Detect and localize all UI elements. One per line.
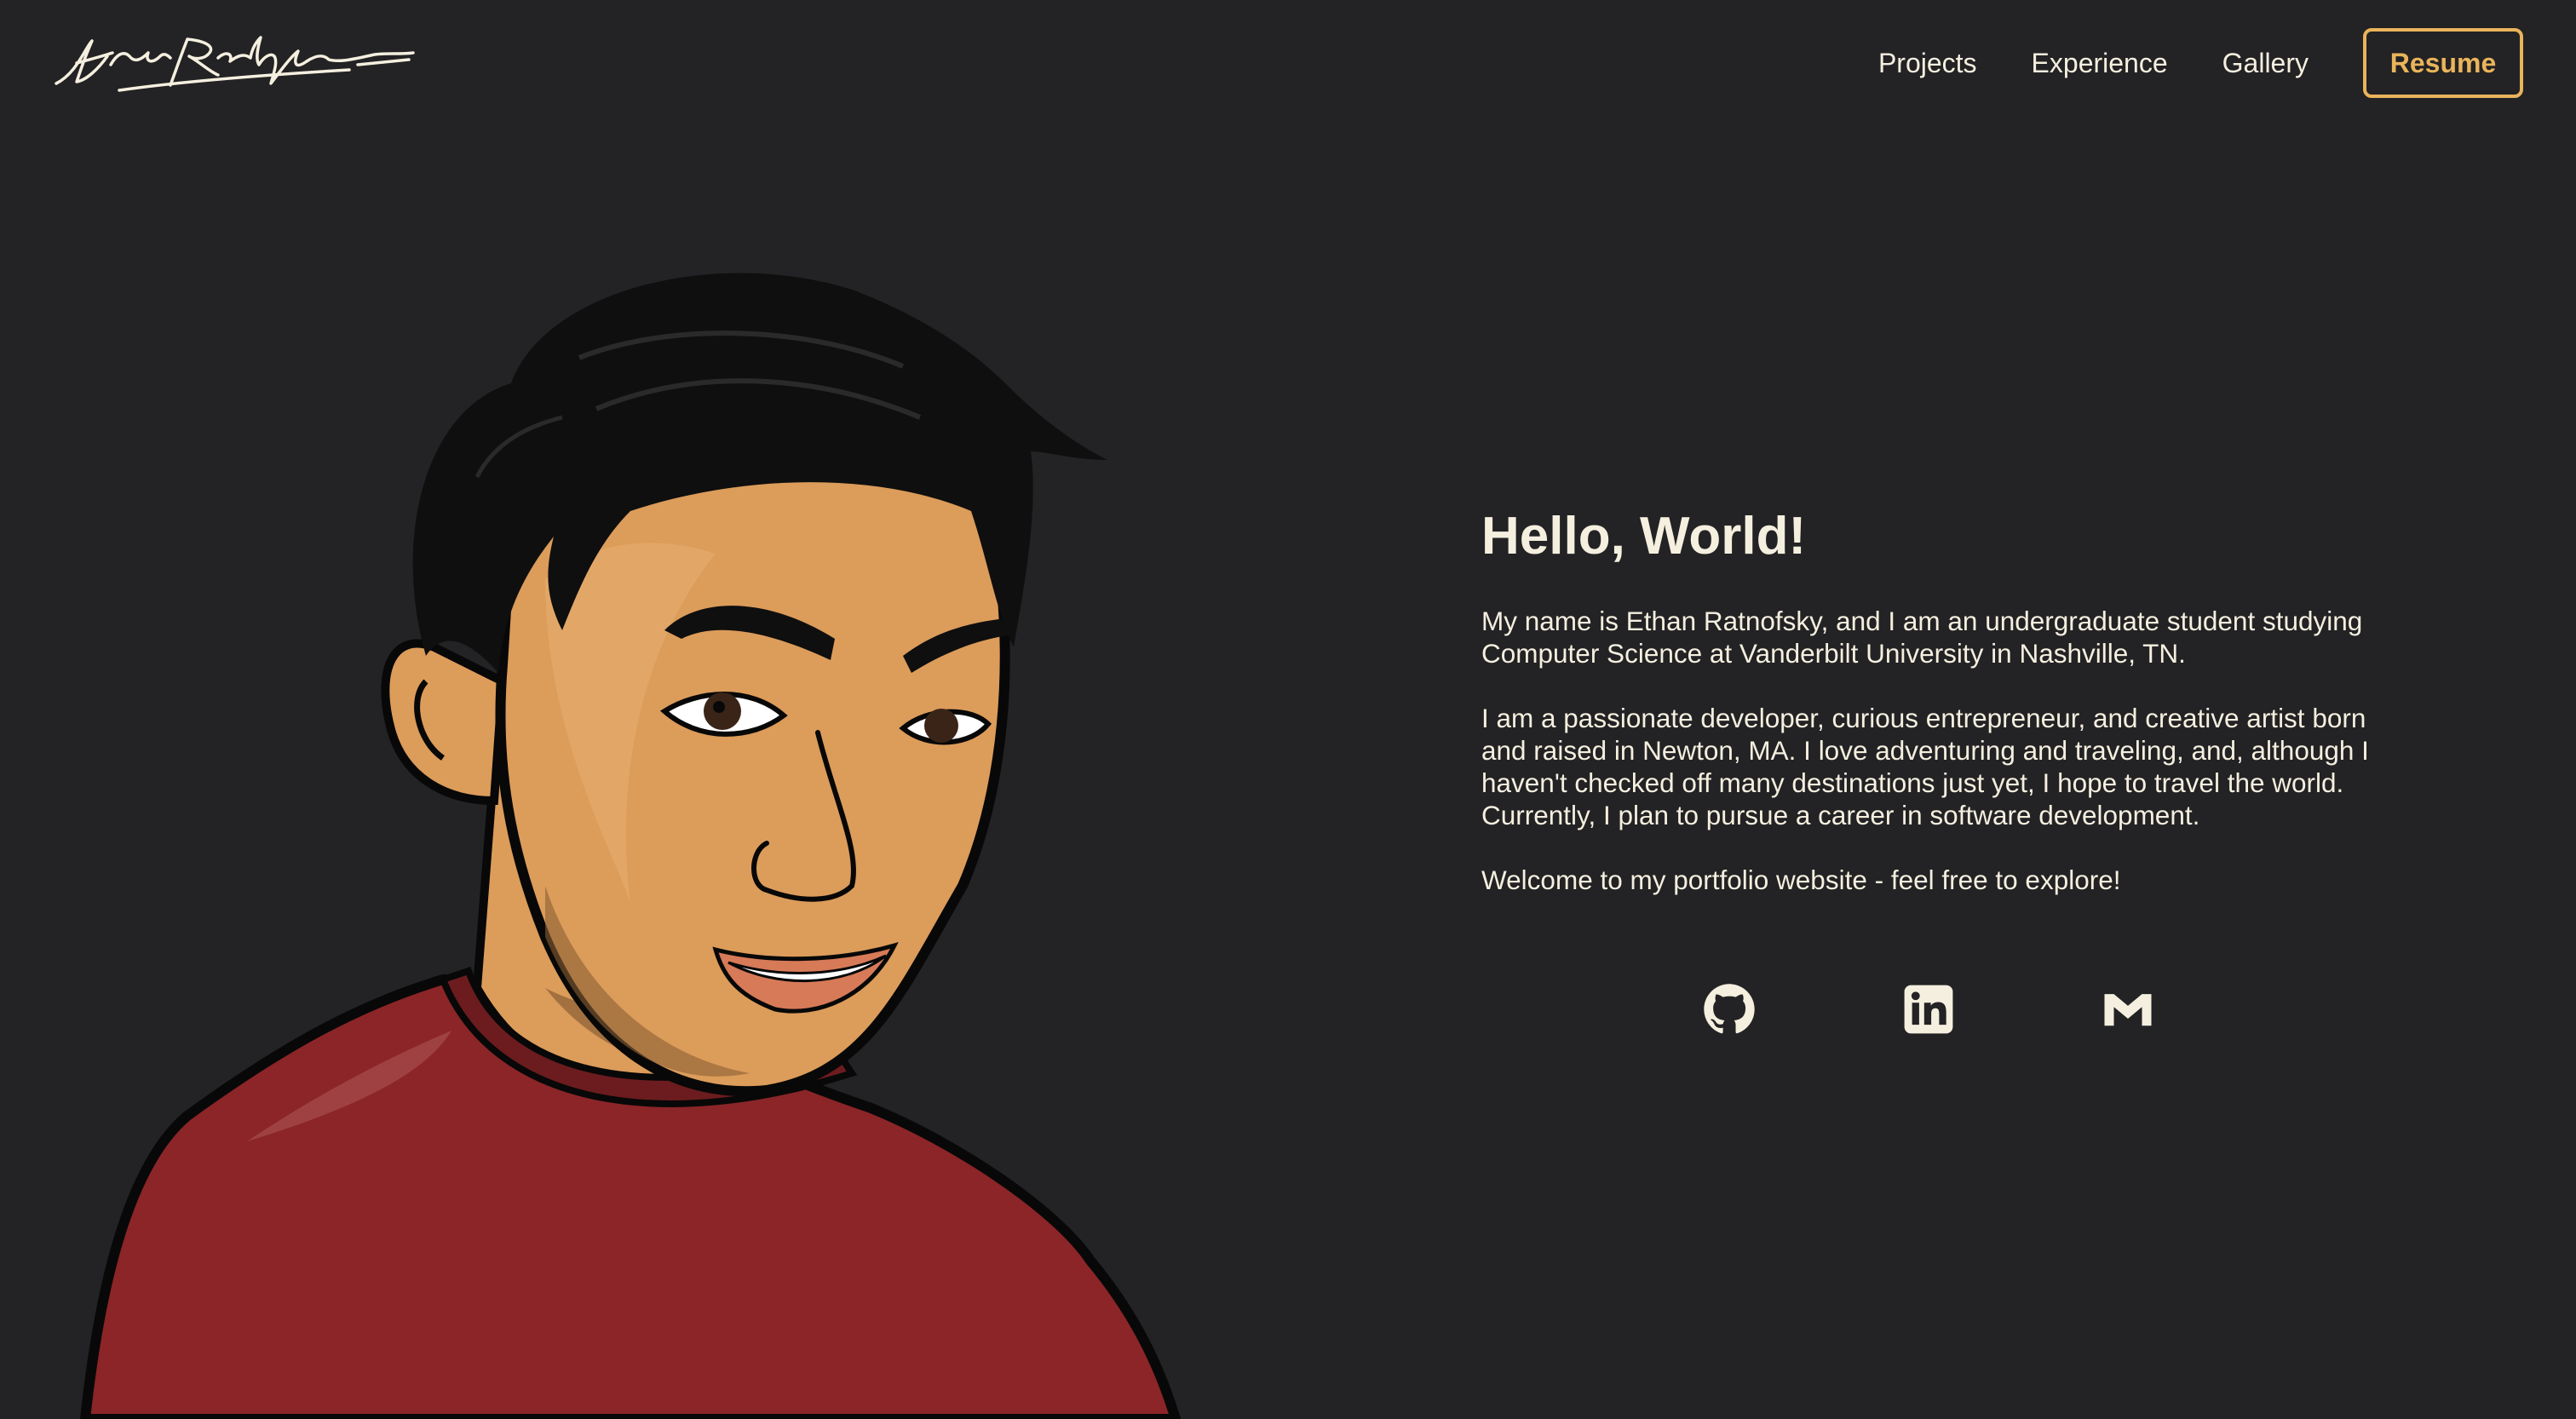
linkedin-icon[interactable] bbox=[1899, 980, 1958, 1039]
nav-gallery-link[interactable]: Gallery bbox=[2222, 48, 2309, 79]
resume-button[interactable]: Resume bbox=[2363, 28, 2523, 98]
right-eye bbox=[924, 709, 958, 743]
intro-section: Hello, World! My name is Ethan Ratnofsky… bbox=[1481, 507, 2401, 928]
nav-experience-link[interactable]: Experience bbox=[2032, 48, 2168, 79]
intro-paragraph-3: Welcome to my portfolio website - feel f… bbox=[1481, 865, 2121, 896]
nav-projects-link[interactable]: Projects bbox=[1878, 48, 1977, 79]
ear bbox=[381, 639, 508, 806]
intro-title: Hello, World! bbox=[1481, 507, 1807, 566]
intro-paragraph-2: I am a passionate developer, curious ent… bbox=[1481, 703, 2369, 831]
portfolio-page: Projects Experience Gallery Resume Hello… bbox=[0, 0, 2576, 1419]
signature-logo[interactable] bbox=[51, 31, 417, 99]
main-nav: Projects Experience Gallery Resume bbox=[1824, 26, 2523, 101]
gmail-icon[interactable] bbox=[2098, 980, 2158, 1039]
github-icon[interactable] bbox=[1699, 980, 1759, 1039]
social-links bbox=[1699, 980, 2297, 1039]
avatar-illustration bbox=[80, 273, 1181, 1419]
intro-paragraph-1: My name is Ethan Ratnofsky, and I am an … bbox=[1481, 606, 2363, 669]
